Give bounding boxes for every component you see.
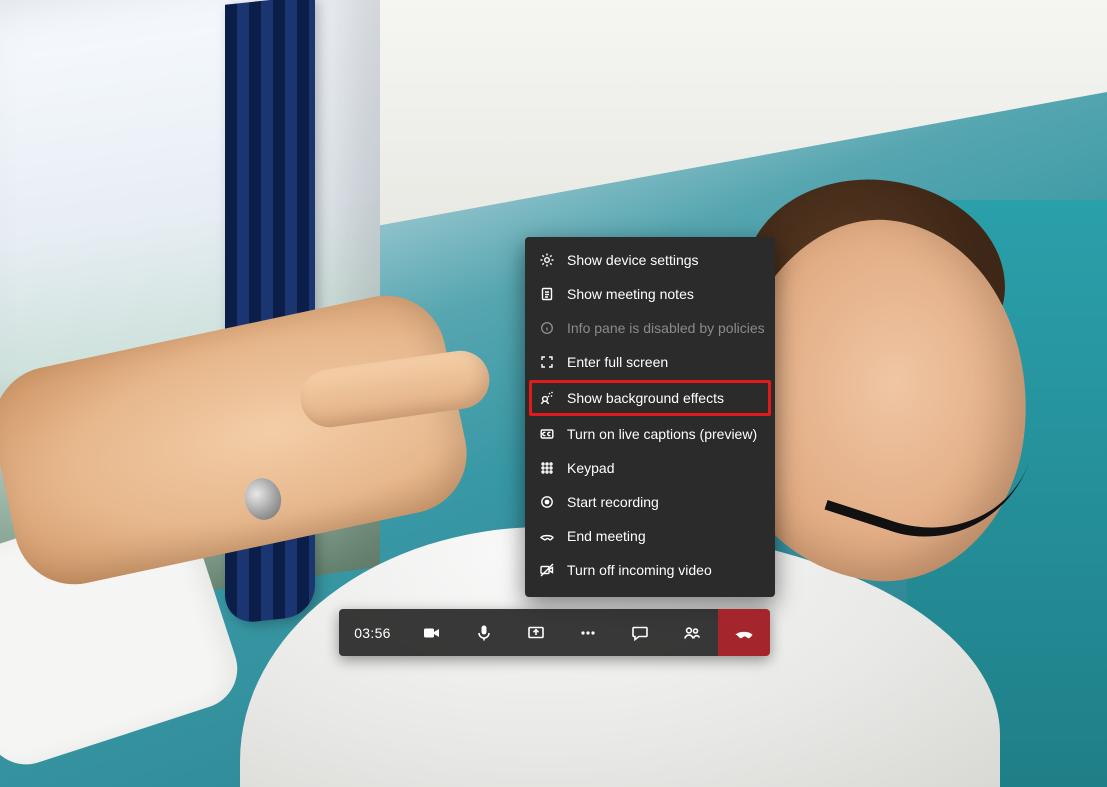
call-toolbar: 03:56 <box>339 609 770 656</box>
camera-button[interactable] <box>406 609 458 656</box>
record-icon <box>539 494 555 510</box>
video-off-icon <box>539 562 555 578</box>
menu-label: Info pane is disabled by policies <box>567 320 765 336</box>
info-icon <box>539 320 555 336</box>
menu-item-start-recording[interactable]: Start recording <box>525 485 775 519</box>
hang-up-icon <box>733 622 755 644</box>
hang-up-button[interactable] <box>718 609 770 656</box>
menu-item-keypad[interactable]: Keypad <box>525 451 775 485</box>
menu-item-device-settings[interactable]: Show device settings <box>525 243 775 277</box>
menu-item-enter-full-screen[interactable]: Enter full screen <box>525 345 775 379</box>
share-button[interactable] <box>510 609 562 656</box>
menu-item-live-captions[interactable]: Turn on live captions (preview) <box>525 417 775 451</box>
captions-icon <box>539 426 555 442</box>
menu-label: Enter full screen <box>567 354 668 370</box>
chat-icon <box>630 623 650 643</box>
mic-icon <box>474 623 494 643</box>
menu-item-info-pane-disabled: Info pane is disabled by policies <box>525 311 775 345</box>
more-actions-button[interactable] <box>562 609 614 656</box>
chat-button[interactable] <box>614 609 666 656</box>
notes-icon <box>539 286 555 302</box>
share-screen-icon <box>526 623 546 643</box>
camera-icon <box>422 623 442 643</box>
menu-label: Turn on live captions (preview) <box>567 426 757 442</box>
mic-button[interactable] <box>458 609 510 656</box>
menu-item-turn-off-incoming-video[interactable]: Turn off incoming video <box>525 553 775 587</box>
more-icon <box>578 623 598 643</box>
keypad-icon <box>539 460 555 476</box>
menu-item-end-meeting[interactable]: End meeting <box>525 519 775 553</box>
menu-label: Keypad <box>567 460 614 476</box>
gear-icon <box>539 252 555 268</box>
menu-label: Show device settings <box>567 252 699 268</box>
more-actions-menu: Show device settings Show meeting notes … <box>525 237 775 597</box>
menu-label: Start recording <box>567 494 659 510</box>
end-call-icon <box>539 528 555 544</box>
menu-item-meeting-notes[interactable]: Show meeting notes <box>525 277 775 311</box>
background-effects-icon <box>539 390 555 406</box>
menu-label: Show background effects <box>567 390 724 406</box>
menu-label: Turn off incoming video <box>567 562 712 578</box>
people-icon <box>682 623 702 643</box>
menu-label: Show meeting notes <box>567 286 694 302</box>
fullscreen-icon <box>539 354 555 370</box>
video-call-view: Show device settings Show meeting notes … <box>0 0 1107 787</box>
menu-label: End meeting <box>567 528 646 544</box>
call-duration: 03:56 <box>339 609 406 656</box>
menu-item-background-effects[interactable]: Show background effects <box>525 379 775 417</box>
participants-button[interactable] <box>666 609 718 656</box>
